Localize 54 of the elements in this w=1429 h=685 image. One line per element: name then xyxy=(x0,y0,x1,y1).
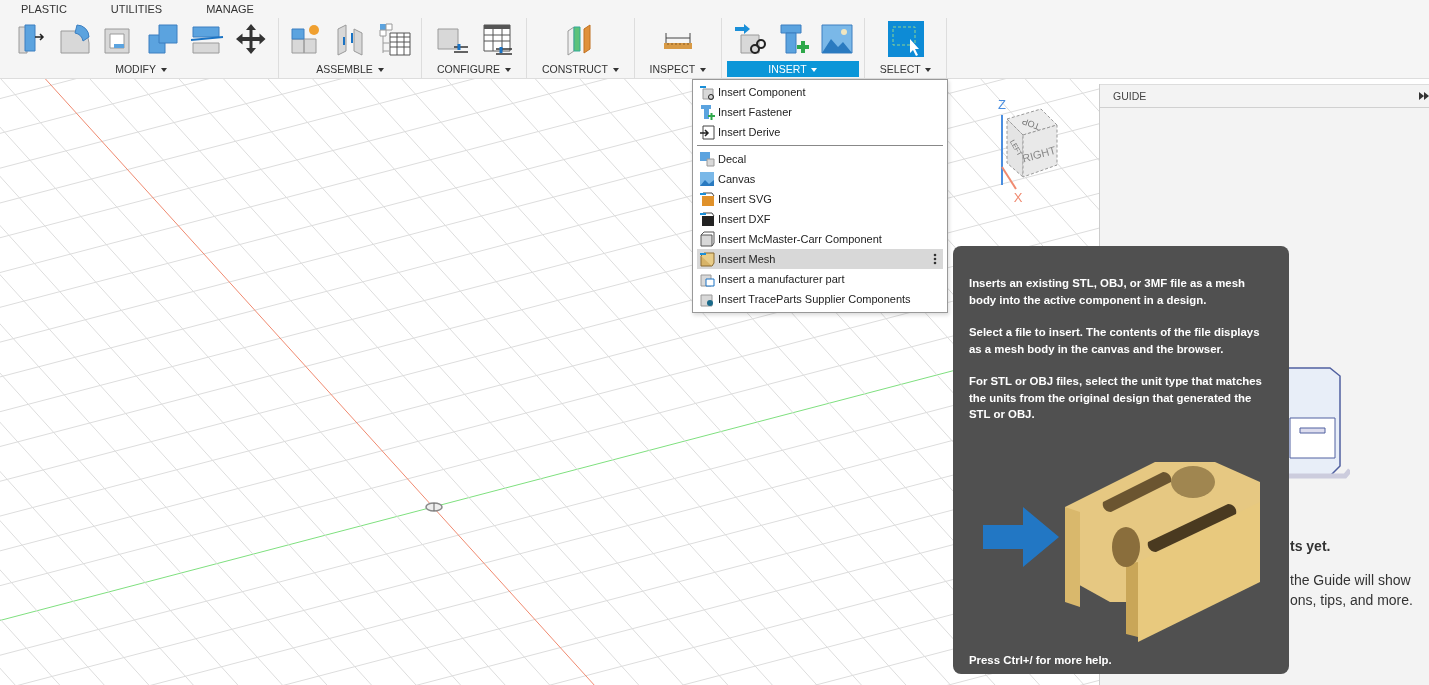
toolbar-tab[interactable]: MANAGE xyxy=(206,3,254,15)
collapse-icon[interactable] xyxy=(1419,92,1429,100)
toolbar-tab[interactable]: PLASTIC xyxy=(21,3,67,15)
part-icon xyxy=(699,291,715,307)
guide-text: the Guide will show xyxy=(1290,571,1412,590)
group-menu-button[interactable]: CONSTRUCT xyxy=(531,61,629,77)
menu-item[interactable]: Insert Derive xyxy=(697,122,943,142)
menu-item[interactable]: Insert TraceParts Supplier Components xyxy=(697,289,943,309)
menu-item[interactable]: Insert DXF xyxy=(697,209,943,229)
tooltip-text: Inserts an existing STL, OBJ, or 3MF file as a mesh body into the active component in a design. xyxy=(969,276,1246,308)
menu-item[interactable]: Insert Fastener xyxy=(697,102,943,122)
mesh-icon xyxy=(699,251,715,267)
menu-item[interactable]: Insert Mesh xyxy=(697,249,943,269)
menu-item[interactable]: Decal xyxy=(697,149,943,169)
caret-icon xyxy=(504,68,511,73)
group-menu-button[interactable]: MODIFY xyxy=(105,61,177,77)
component-table-icon[interactable] xyxy=(376,21,412,57)
menu-item[interactable]: Insert a manufacturer part xyxy=(697,269,943,289)
image-icon xyxy=(699,171,715,187)
caret-icon xyxy=(160,68,167,73)
caret-icon xyxy=(811,68,818,73)
canvas-icon[interactable] xyxy=(818,21,855,57)
group-menu-button[interactable]: SELECT xyxy=(869,61,942,77)
caret-icon xyxy=(612,68,619,73)
tooltip-footer: Press Ctrl+/ for more help. xyxy=(969,652,1273,668)
guide-text: ons, tips, and more. xyxy=(1290,591,1413,610)
menu-item[interactable]: Insert McMaster-Carr Component xyxy=(697,229,943,249)
menu-item[interactable]: Insert Component xyxy=(697,82,943,102)
guide-heading: ts yet. xyxy=(1290,537,1332,556)
select-icon[interactable] xyxy=(887,21,924,57)
tooltip-text: Select a file to insert. The contents of the file displays as a mesh body in the canvas and the browser. xyxy=(969,325,1261,357)
toolbar-tab[interactable]: UTILITIES xyxy=(110,3,163,15)
caret-icon xyxy=(925,68,932,73)
caret-icon xyxy=(377,68,384,73)
derive-icon xyxy=(699,124,715,140)
file-icon xyxy=(699,211,715,227)
group-menu-button[interactable]: INSPECT xyxy=(639,61,716,77)
part-icon xyxy=(699,271,715,287)
more-icon[interactable] xyxy=(933,253,937,265)
file-icon xyxy=(699,191,715,207)
combine-icon[interactable] xyxy=(145,21,181,57)
menu-item[interactable]: Insert SVG xyxy=(697,189,943,209)
decal-icon xyxy=(699,151,715,167)
fastener-icon xyxy=(699,104,715,120)
origin-icon xyxy=(424,502,444,512)
fillet-icon[interactable] xyxy=(57,21,93,57)
component-icon xyxy=(699,84,715,100)
tooltip-text: For STL or OBJ files, select the unit type that matches the units from the original design that generated the STL or OBJ. xyxy=(969,374,1263,422)
group-menu-button[interactable]: ASSEMBLE xyxy=(306,61,394,77)
group-menu-button[interactable]: CONFIGURE xyxy=(427,61,521,77)
cube-icon xyxy=(699,231,715,247)
panel-title: GUIDE xyxy=(1113,90,1147,102)
menu-item[interactable]: Canvas xyxy=(697,169,943,189)
caret-icon xyxy=(699,68,706,73)
